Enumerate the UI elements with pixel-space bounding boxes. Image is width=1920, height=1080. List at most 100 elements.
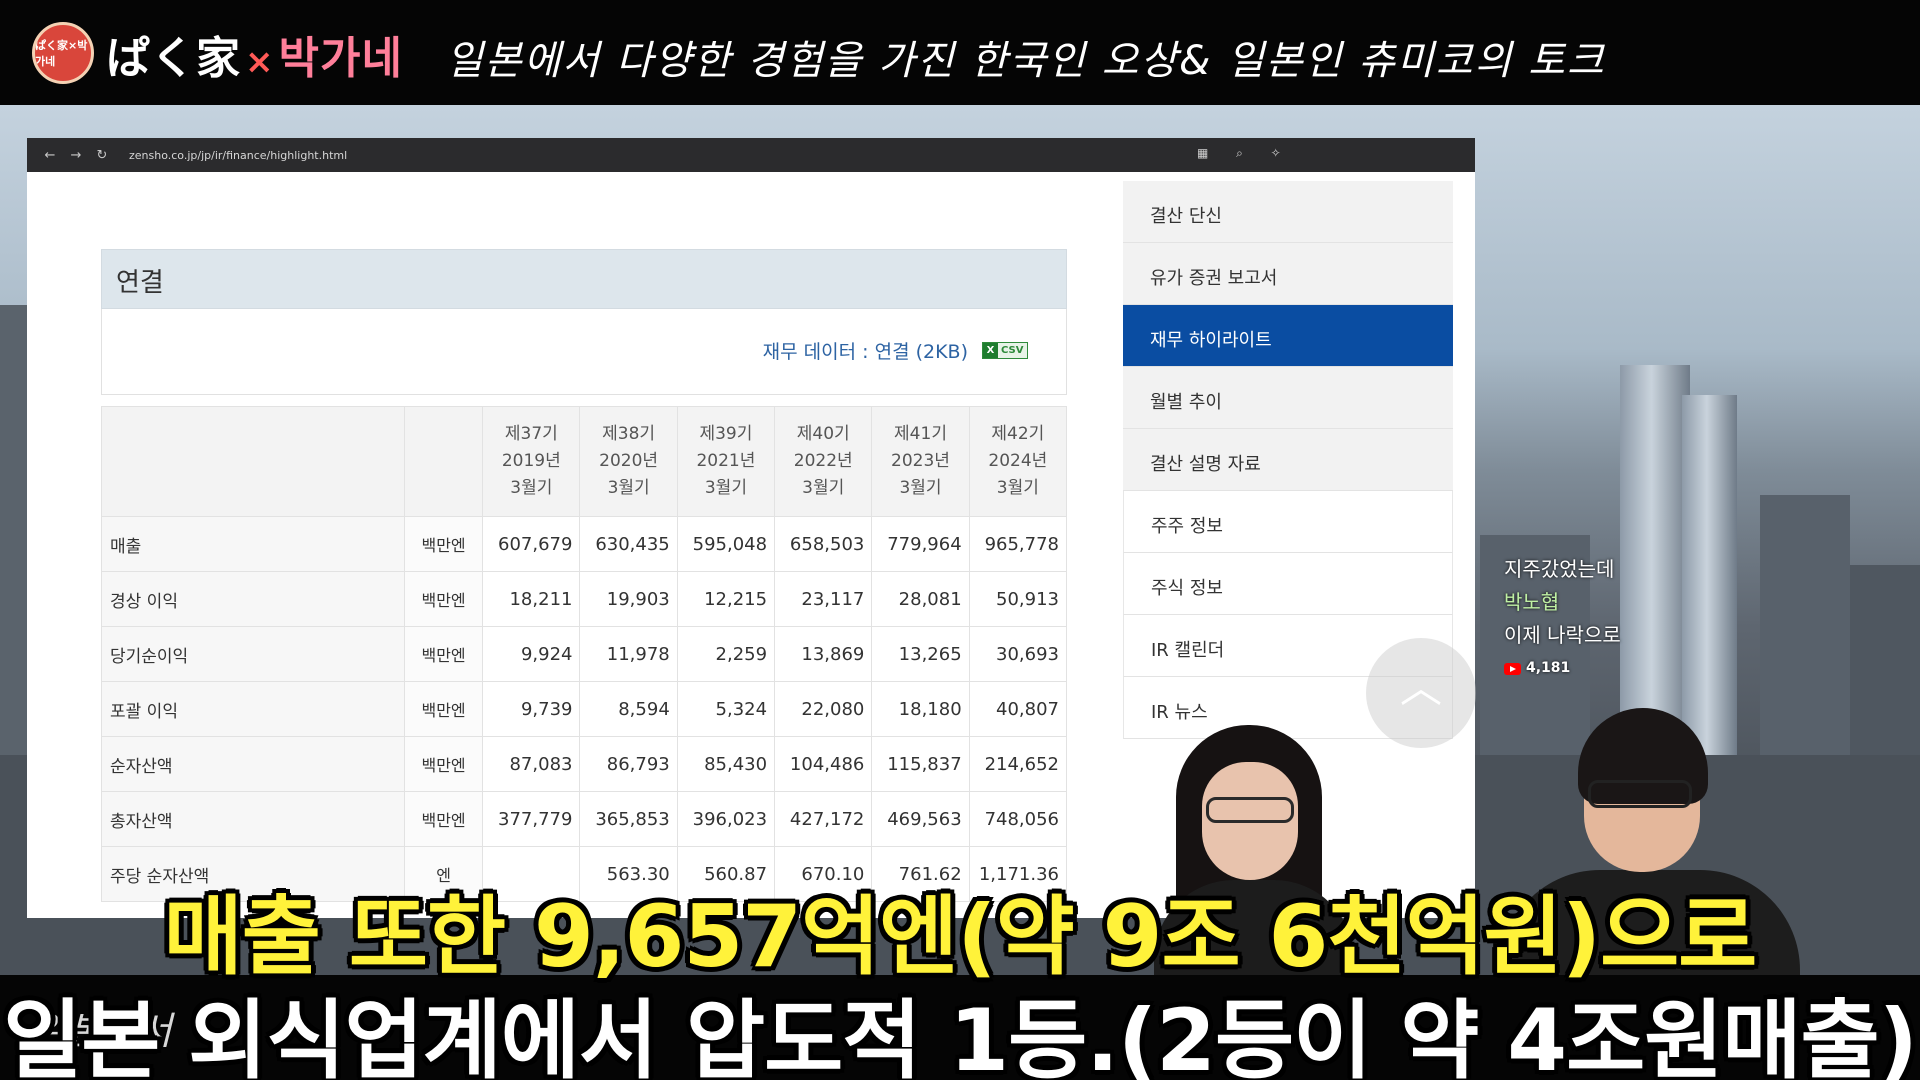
row-unit: 백만엔: [403, 571, 484, 627]
csv-download-link[interactable]: 재무 데이터 : 연결 (2KB): [763, 337, 968, 364]
brand-left: ぱく家: [106, 33, 241, 84]
forward-icon[interactable]: →: [63, 148, 89, 163]
channel-brand: ぱく家 ×박가네: [106, 22, 403, 86]
row-unit: 백만엔: [403, 516, 484, 572]
table-cell: 8,594: [579, 681, 678, 737]
table-cell: 19,903: [579, 571, 678, 627]
browser-toolbar: ← → ↻ zensho.co.jp/jp/ir/finance/highlig…: [27, 138, 1475, 172]
table-cell: 779,964: [871, 516, 970, 572]
table-cell: 9,739: [482, 681, 581, 737]
header-period: 제39기 2021년 3월기: [676, 406, 776, 517]
table-row: 매출 백만엔 607,679 630,435 595,048 658,503 779,964…: [101, 516, 1068, 572]
table-cell: 630,435: [579, 516, 678, 572]
row-label: 경상 이익: [101, 571, 405, 627]
sidebar-item[interactable]: 주주 정보: [1123, 491, 1453, 553]
sidebar-item[interactable]: 결산 설명 자료: [1123, 429, 1453, 491]
banner-title: 일본에서 다양한 경험을 가진 한국인 오상& 일본인 츄미코의 토크: [446, 38, 1606, 84]
brand-right: 박가네: [278, 33, 403, 84]
header-empty: [101, 406, 405, 517]
chat-username: 박노협: [1504, 590, 1560, 614]
section-title: 연결: [101, 249, 1067, 309]
table-cell: 5,324: [676, 681, 776, 737]
table-header-row: 제37기 2019년 3월기 제38기 2020년 3월기 제39기 2021년 3월기 제…: [101, 406, 1068, 517]
table-row: 경상 이익 백만엔 18,211 19,903 12,215 23,117 28,081 50…: [101, 571, 1068, 627]
table-cell: 13,265: [871, 626, 970, 682]
chevron-up-icon[interactable]: ︿: [1366, 638, 1476, 748]
table-row: 포괄 이익 백만엔 9,739 8,594 5,324 22,080 18,180 40,80…: [101, 681, 1068, 737]
toolbar-icons[interactable]: ▦ ⌕ ✧: [1197, 146, 1293, 161]
row-unit: 백만엔: [403, 626, 484, 682]
row-label: 순자산액: [101, 736, 405, 792]
table-cell: 13,869: [774, 626, 873, 682]
row-unit: 백만엔: [403, 736, 484, 792]
header-period: 제41기 2023년 3월기: [871, 406, 970, 517]
chat-message: 이제 나락으로: [1504, 623, 1621, 647]
sidebar-item[interactable]: 결산 단신: [1123, 181, 1453, 243]
back-icon[interactable]: ←: [37, 148, 63, 163]
table-cell: 214,652: [968, 736, 1068, 792]
table-cell: 12,215: [676, 571, 776, 627]
table-cell: 22,080: [774, 681, 873, 737]
header-period: 제37기 2019년 3월기: [482, 406, 581, 517]
table-cell: 87,083: [482, 736, 581, 792]
table-row: 총자산액 백만엔 377,779 365,853 396,023 427,172 469,5…: [101, 791, 1068, 847]
table-cell: 40,807: [968, 681, 1068, 737]
table-row: 순자산액 백만엔 87,083 86,793 85,430 104,486 115,837 2…: [101, 736, 1068, 792]
sidebar-item[interactable]: 유가 증권 보고서: [1123, 243, 1453, 305]
row-unit: 백만엔: [403, 791, 484, 847]
table-cell: 18,211: [482, 571, 581, 627]
sidebar-item[interactable]: 재무 하이라이트: [1123, 305, 1453, 367]
chat-message: 지주갔었는데: [1504, 557, 1615, 581]
table-cell: 595,048: [676, 516, 776, 572]
youtube-icon: [1504, 662, 1521, 675]
top-banner: ぱく家×박가네 ぱく家 ×박가네 일본에서 다양한 경험을 가진 한국인 오상& …: [0, 0, 1920, 105]
reload-icon[interactable]: ↻: [89, 148, 115, 163]
header-period: 제38기 2020년 3월기: [579, 406, 678, 517]
row-unit: 백만엔: [403, 681, 484, 737]
table-row: 당기순이익 백만엔 9,924 11,978 2,259 13,869 13,265 30,6…: [101, 626, 1068, 682]
table-cell: 115,837: [871, 736, 970, 792]
table-cell: 104,486: [774, 736, 873, 792]
row-label: 당기순이익: [101, 626, 405, 682]
table-cell: 427,172: [774, 791, 873, 847]
csv-icon-label: CSV: [1001, 345, 1024, 356]
table-cell: 396,023: [676, 791, 776, 847]
csv-box: 재무 데이터 : 연결 (2KB) X CSV: [101, 309, 1067, 395]
brand-x: ×: [245, 42, 275, 82]
header-unit: [403, 406, 484, 517]
sidebar-item[interactable]: 월별 추이: [1123, 367, 1453, 429]
row-label: 포괄 이익: [101, 681, 405, 737]
table-cell: 11,978: [579, 626, 678, 682]
view-count: 4,181: [1504, 652, 1621, 685]
row-label: 매출: [101, 516, 405, 572]
view-count-value: 4,181: [1526, 660, 1571, 676]
table-cell: 748,056: [968, 791, 1068, 847]
table-cell: 365,853: [579, 791, 678, 847]
excel-icon: X: [983, 343, 998, 358]
csv-icon[interactable]: X CSV: [982, 342, 1028, 359]
channel-logo-text: ぱく家×박가네: [35, 39, 88, 68]
table-cell: 85,430: [676, 736, 776, 792]
table-cell: 607,679: [482, 516, 581, 572]
header-period: 제42기 2024년 3월기: [968, 406, 1068, 517]
row-label: 총자산액: [101, 791, 405, 847]
subtitle-line-2: 일본 외식업계에서 압도적 1등.(2등이 약 4조원매출): [3, 991, 1918, 1080]
table-cell: 9,924: [482, 626, 581, 682]
live-chat-overlay: 지주갔었는데 박노협 이제 나락으로 4,181: [1504, 553, 1621, 685]
table-cell: 23,117: [774, 571, 873, 627]
table-cell: 658,503: [774, 516, 873, 572]
financial-highlight-table: 제37기 2019년 3월기 제38기 2020년 3월기 제39기 2021년 3월기 제…: [101, 406, 1068, 902]
header-period: 제40기 2022년 3월기: [774, 406, 873, 517]
channel-logo: ぱく家×박가네: [32, 22, 94, 84]
table-cell: 469,563: [871, 791, 970, 847]
table-cell: 28,081: [871, 571, 970, 627]
table-cell: 50,913: [968, 571, 1068, 627]
sidebar-item[interactable]: 주식 정보: [1123, 553, 1453, 615]
table-cell: 86,793: [579, 736, 678, 792]
table-cell: 965,778: [968, 516, 1068, 572]
table-cell: 377,779: [482, 791, 581, 847]
table-cell: 30,693: [968, 626, 1068, 682]
table-cell: 18,180: [871, 681, 970, 737]
address-bar[interactable]: zensho.co.jp/jp/ir/finance/highlight.htm…: [129, 149, 347, 162]
table-cell: 2,259: [676, 626, 776, 682]
